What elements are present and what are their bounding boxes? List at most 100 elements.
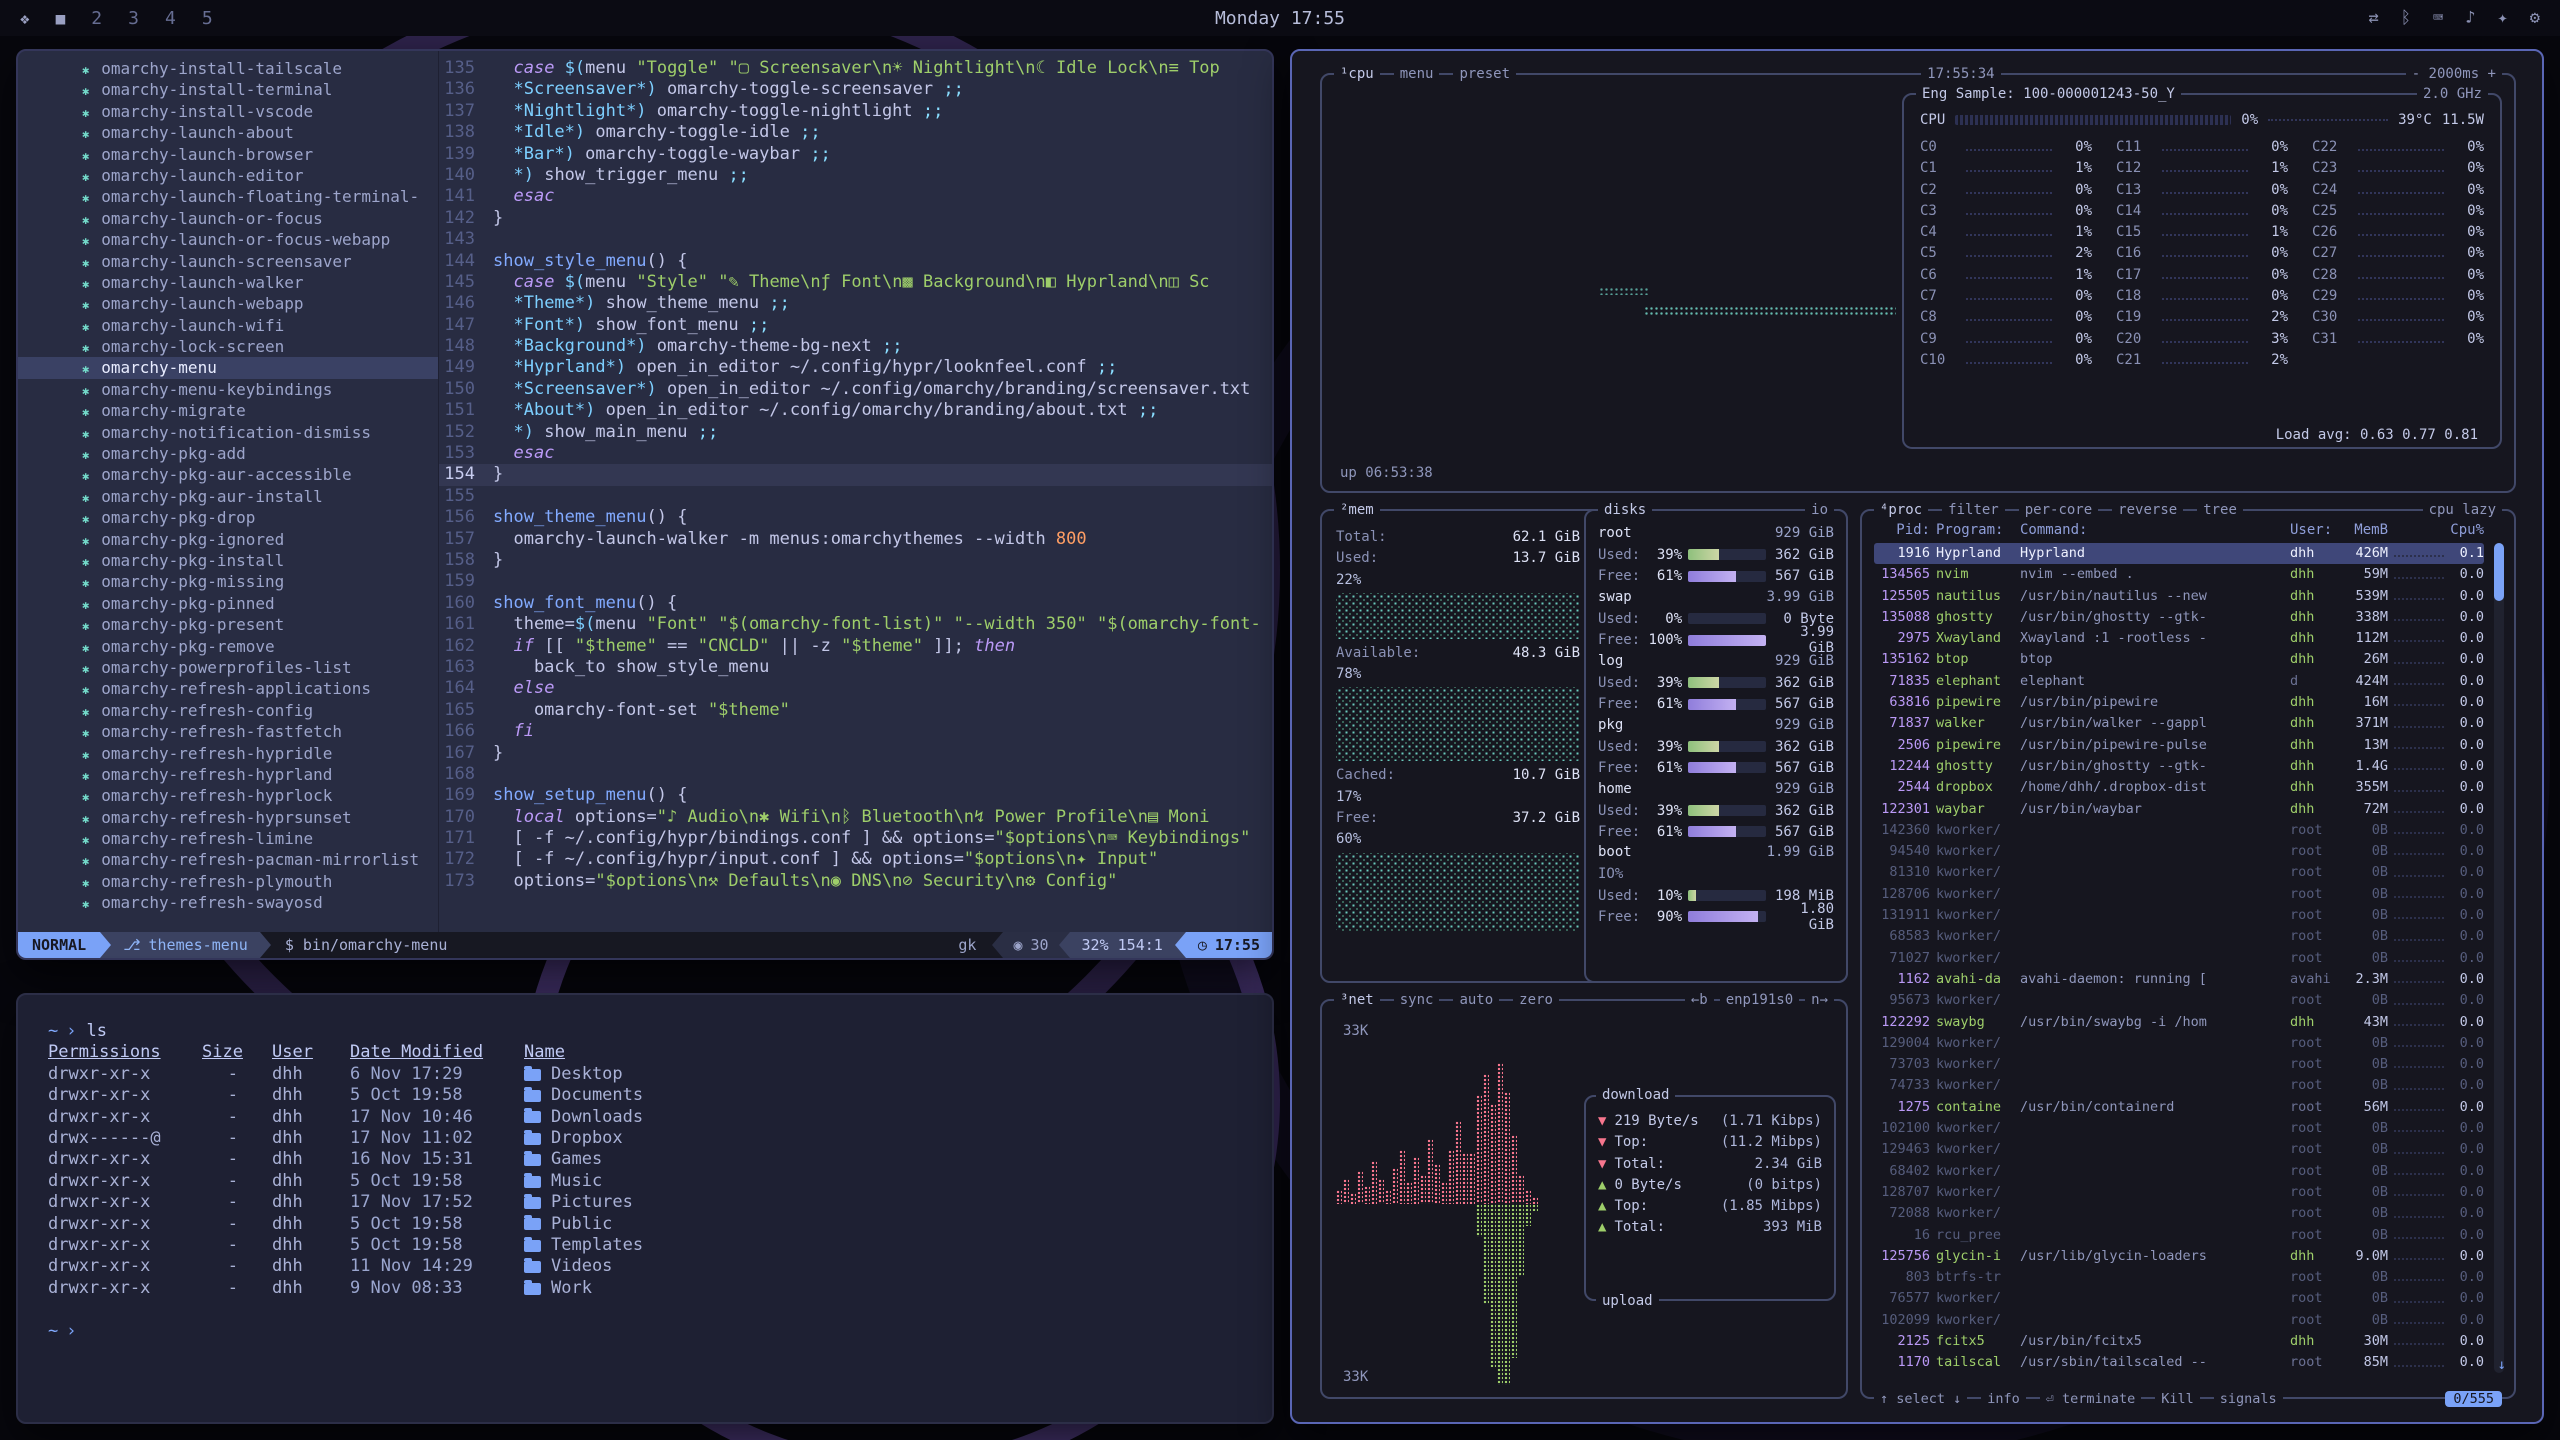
code-line[interactable]: 137 *Nightlight*) omarchy-toggle-nightli… — [439, 101, 1272, 122]
code-line[interactable]: 170 local options="♪ Audio\n✱ Wifi\nᛒ Bl… — [439, 807, 1272, 828]
file-item[interactable]: ✱omarchy-launch-browser — [18, 144, 438, 165]
process-row[interactable]: 128707kworker/root0B0.0 — [1874, 1182, 2484, 1203]
signals-button[interactable]: signals — [2214, 1391, 2283, 1407]
code-line[interactable]: 158} — [439, 550, 1272, 571]
process-row[interactable]: 803btrfs-trroot0B0.0 — [1874, 1267, 2484, 1288]
file-item[interactable]: ✱omarchy-launch-wifi — [18, 315, 438, 336]
code-line[interactable]: 146 *Theme*) show_theme_menu ;; — [439, 293, 1272, 314]
iface-next-button[interactable]: n→ — [1805, 991, 1834, 1009]
process-row[interactable]: 2125fcitx5/usr/bin/fcitx5dhh30M0.0 — [1874, 1331, 2484, 1352]
process-row[interactable]: 125756glycin-i/usr/lib/glycin-loadersdhh… — [1874, 1246, 2484, 1267]
file-item[interactable]: ✱omarchy-launch-or-focus — [18, 208, 438, 229]
scroll-down-icon[interactable]: ↓ — [2498, 1357, 2506, 1373]
process-row[interactable]: 76577kworker/root0B0.0 — [1874, 1288, 2484, 1309]
proc-column-header[interactable]: Pid: — [1874, 519, 1930, 541]
refresh-interval[interactable]: - 2000ms + — [2406, 65, 2502, 83]
code-line[interactable]: 138 *Idle*) omarchy-toggle-idle ;; — [439, 122, 1272, 143]
process-row[interactable]: 2506pipewire/usr/bin/pipewire-pulsedhh13… — [1874, 735, 2484, 756]
file-item[interactable]: ✱omarchy-pkg-aur-install — [18, 486, 438, 507]
process-row[interactable]: 1170tailscal/usr/sbin/tailscaled --root8… — [1874, 1352, 2484, 1373]
code-line[interactable]: 172 [ -f ~/.config/hypr/input.conf ] && … — [439, 849, 1272, 870]
file-item[interactable]: ✱omarchy-refresh-hyprland — [18, 764, 438, 785]
file-item[interactable]: ✱omarchy-pkg-ignored — [18, 529, 438, 550]
process-row[interactable]: 122292swaybg/usr/bin/swaybg -i /homdhh43… — [1874, 1012, 2484, 1033]
file-item[interactable]: ✱omarchy-install-tailscale — [18, 58, 438, 79]
file-item[interactable]: ✱omarchy-install-vscode — [18, 101, 438, 122]
code-line[interactable]: 160show_font_menu() { — [439, 593, 1272, 614]
code-line[interactable]: 171 [ -f ~/.config/hypr/bindings.conf ] … — [439, 828, 1272, 849]
select-keys[interactable]: ↑ select ↓ — [1874, 1391, 1967, 1407]
process-row[interactable]: 68402kworker/root0B0.0 — [1874, 1161, 2484, 1182]
process-row[interactable]: 2544dropbox/home/dhh/.dropbox-distdhh355… — [1874, 777, 2484, 798]
process-row[interactable]: 102100kworker/root0B0.0 — [1874, 1118, 2484, 1139]
code-line[interactable]: 162 if [[ "$theme" == "CNCLD" || -z "$th… — [439, 636, 1272, 657]
process-row[interactable]: 129463kworker/root0B0.0 — [1874, 1139, 2484, 1160]
file-item[interactable]: ✱omarchy-launch-screensaver — [18, 251, 438, 272]
code-line[interactable]: 145 case $(menu "Style" "✎ Theme\nƒ Font… — [439, 272, 1272, 293]
code-line[interactable]: 150 *Screensaver*) open_in_editor ~/.con… — [439, 379, 1272, 400]
net-tab[interactable]: ³net — [1334, 991, 1380, 1009]
file-item[interactable]: ✱omarchy-pkg-aur-accessible — [18, 464, 438, 485]
process-row[interactable]: 68583kworker/root0B0.0 — [1874, 926, 2484, 947]
process-row[interactable]: 102099kworker/root0B0.0 — [1874, 1310, 2484, 1331]
process-row[interactable]: 1916HyprlandHyprlanddhh426M0.1 — [1874, 543, 2484, 564]
proc-column-header[interactable]: Command: — [2020, 519, 2284, 541]
workspace-number[interactable]: 4 — [165, 8, 176, 29]
code-line[interactable]: 143 — [439, 229, 1272, 250]
window-toggle-icon[interactable]: ⇄ — [2369, 8, 2379, 28]
code-line[interactable]: 151 *About*) open_in_editor ~/.config/om… — [439, 400, 1272, 421]
file-item[interactable]: ✱omarchy-refresh-swayosd — [18, 892, 438, 913]
file-item[interactable]: ✱omarchy-pkg-drop — [18, 507, 438, 528]
process-scrollbar[interactable] — [2494, 543, 2504, 1373]
process-table-header[interactable]: Pid:Program:Command:User:MemB Cpu% — [1874, 519, 2484, 541]
file-item[interactable]: ✱omarchy-refresh-config — [18, 700, 438, 721]
file-list-pane[interactable]: ✱omarchy-install-tailscale✱omarchy-insta… — [18, 51, 439, 932]
file-item[interactable]: ✱omarchy-launch-editor — [18, 165, 438, 186]
process-row[interactable]: 16rcu_preeroot0B0.0 — [1874, 1225, 2484, 1246]
process-row[interactable]: 125505nautilus/usr/bin/nautilus --newdhh… — [1874, 586, 2484, 607]
process-row[interactable]: 1275containe/usr/bin/containerdroot56M0.… — [1874, 1097, 2484, 1118]
code-line[interactable]: 141 esac — [439, 186, 1272, 207]
file-item[interactable]: ✱omarchy-install-terminal — [18, 79, 438, 100]
proc-column-header[interactable]: User: — [2290, 519, 2336, 541]
code-line[interactable]: 147 *Font*) show_font_menu ;; — [439, 315, 1272, 336]
file-item[interactable]: ✱omarchy-refresh-plymouth — [18, 871, 438, 892]
code-line[interactable]: 139 *Bar*) omarchy-toggle-waybar ;; — [439, 144, 1272, 165]
workspace-icon[interactable]: ❖ — [20, 9, 30, 28]
kill-button[interactable]: Kill — [2155, 1391, 2200, 1407]
proc-tab[interactable]: ⁴proc — [1874, 501, 1928, 519]
bluetooth-icon[interactable]: ᛒ — [2401, 8, 2411, 28]
process-row[interactable]: 2975XwaylandXwayland :1 -rootless -dhh11… — [1874, 628, 2484, 649]
process-row[interactable]: 135162btopbtopdhh26M0.0 — [1874, 649, 2484, 670]
brightness-icon[interactable]: ✦ — [2498, 8, 2508, 28]
code-line[interactable]: 135 case $(menu "Toggle" "▢ Screensaver\… — [439, 58, 1272, 79]
tree-button[interactable]: tree — [2197, 501, 2243, 519]
volume-icon[interactable]: ♪ — [2465, 8, 2475, 28]
file-item[interactable]: ✱omarchy-pkg-pinned — [18, 593, 438, 614]
code-line[interactable]: 140 *) show_trigger_menu ;; — [439, 165, 1272, 186]
code-line[interactable]: 154} — [439, 464, 1272, 485]
info-button[interactable]: info — [1981, 1391, 2026, 1407]
process-row[interactable]: 74733kworker/root0B0.0 — [1874, 1075, 2484, 1096]
process-row[interactable]: 122301waybar/usr/bin/waybardhh72M0.0 — [1874, 799, 2484, 820]
process-row[interactable]: 12244ghostty/usr/bin/ghostty --gtk-dhh1.… — [1874, 756, 2484, 777]
code-line[interactable]: 155 — [439, 486, 1272, 507]
menu-button[interactable]: menu — [1394, 65, 1440, 83]
keyboard-icon[interactable]: ⌨ — [2433, 8, 2443, 28]
preset-button[interactable]: preset — [1453, 65, 1516, 83]
code-line[interactable]: 169show_setup_menu() { — [439, 785, 1272, 806]
code-line[interactable]: 156show_theme_menu() { — [439, 507, 1272, 528]
process-row[interactable]: 81310kworker/root0B0.0 — [1874, 862, 2484, 883]
code-line[interactable]: 157 omarchy-launch-walker -m menus:omarc… — [439, 529, 1272, 550]
process-row[interactable]: 142360kworker/root0B0.0 — [1874, 820, 2484, 841]
terminate-button[interactable]: ⏎ terminate — [2040, 1391, 2141, 1407]
process-row[interactable]: 73703kworker/root0B0.0 — [1874, 1054, 2484, 1075]
code-line[interactable]: 159 — [439, 571, 1272, 592]
code-line[interactable]: 168 — [439, 764, 1272, 785]
process-row[interactable]: 129004kworker/root0B0.0 — [1874, 1033, 2484, 1054]
code-line[interactable]: 164 else — [439, 678, 1272, 699]
file-item[interactable]: ✱omarchy-refresh-hypridle — [18, 743, 438, 764]
workspace-icon[interactable]: ■ — [56, 9, 66, 28]
cpu-tab[interactable]: ¹cpu — [1334, 65, 1380, 83]
file-item[interactable]: ✱omarchy-refresh-applications — [18, 678, 438, 699]
